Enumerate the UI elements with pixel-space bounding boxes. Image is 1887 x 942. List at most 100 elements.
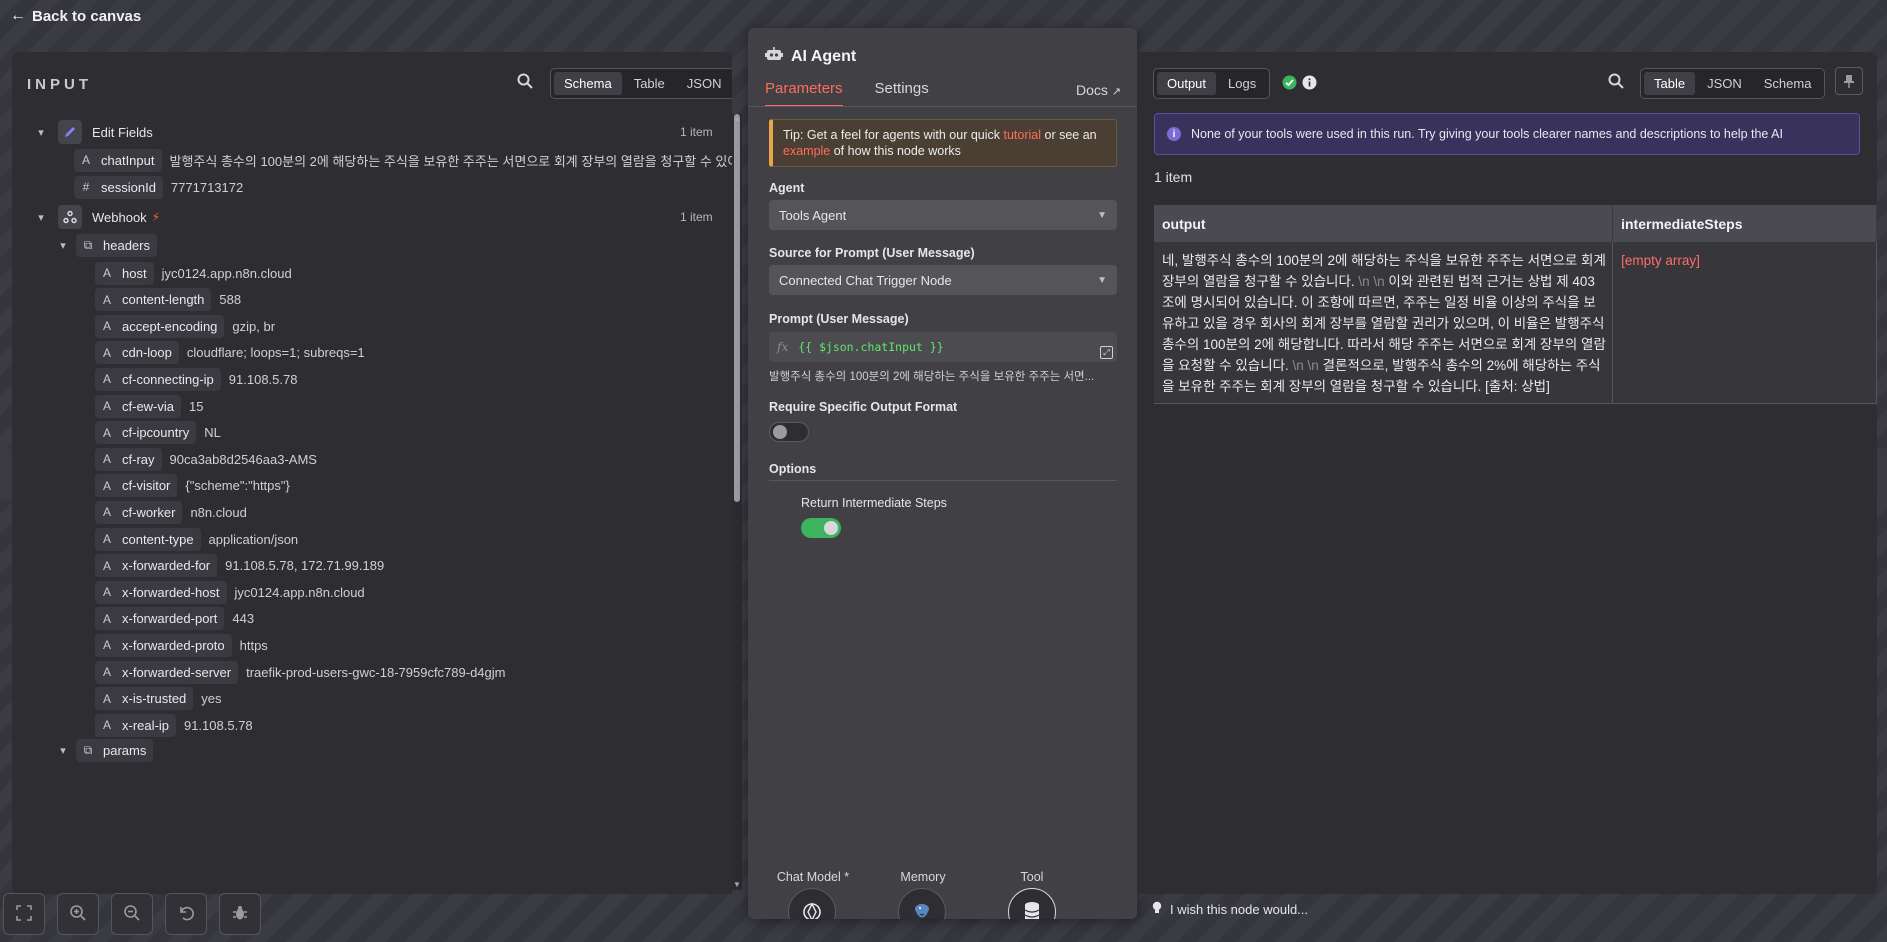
field-row[interactable]: Ahost jyc0124.app.n8n.cloud	[95, 259, 292, 287]
back-to-canvas-link[interactable]: ← Back to canvas	[10, 7, 141, 25]
tip-suffix: of how this node works	[830, 144, 961, 158]
object-params[interactable]: ▾ ⧉ params	[56, 736, 154, 764]
agent-select[interactable]: Tools Agent ▼	[769, 200, 1117, 230]
left-drag-handle[interactable]	[0, 448, 12, 500]
field-key-pill[interactable]: Acontent-type	[95, 527, 201, 551]
string-type-icon: A	[102, 319, 111, 334]
pin-icon[interactable]	[1835, 67, 1863, 95]
example-link[interactable]: example	[783, 144, 830, 158]
scroll-up-arrow[interactable]: ▲	[732, 114, 742, 124]
field-key-pill[interactable]: AchatInput	[74, 148, 162, 172]
field-value: jyc0124.app.n8n.cloud	[234, 584, 365, 600]
string-type-icon: A	[102, 345, 111, 360]
field-row[interactable]: Acf-ray 90ca3ab8d2546aa3-AMS	[95, 445, 317, 473]
database-icon[interactable]	[1008, 888, 1056, 919]
output-item-count: 1 item	[1154, 169, 1193, 185]
field-key-pill[interactable]: # sessionId	[74, 175, 163, 199]
field-row[interactable]: Acf-worker n8n.cloud	[95, 498, 247, 526]
zoom-out-button[interactable]	[111, 893, 153, 935]
zoom-in-button[interactable]	[57, 893, 99, 935]
field-row[interactable]: Aaccept-encoding gzip, br	[95, 312, 275, 340]
field-row[interactable]: Ax-forwarded-server traefik-prod-users-gw…	[95, 658, 505, 686]
field-row[interactable]: Ax-forwarded-port 443	[95, 605, 254, 633]
string-type-icon: A	[81, 153, 90, 167]
field-value: https	[239, 637, 268, 653]
prompt-expression-input[interactable]: fx {{ $json.chatInput }} ⤢	[769, 332, 1117, 362]
view-schema-option[interactable]: Schema	[554, 72, 622, 95]
prompt-preview: 발행주식 총수의 100분의 2에 해당하는 주식을 보유한 주주는 서면...	[769, 371, 1095, 383]
field-key-pill[interactable]: Acontent-length	[95, 288, 212, 312]
field-key-pill[interactable]: Acdn-loop	[95, 341, 179, 365]
field-row[interactable]: # sessionId 7771713172	[74, 173, 243, 201]
openai-icon[interactable]	[788, 888, 836, 919]
output-format-toggle[interactable]	[769, 422, 809, 442]
view-json-option[interactable]: JSON	[1697, 72, 1752, 95]
field-key-pill[interactable]: Ax-forwarded-port	[95, 607, 225, 631]
field-key-pill[interactable]: Ax-is-trusted	[95, 687, 194, 711]
field-row[interactable]: Acf-ew-via 15	[95, 392, 203, 420]
field-row[interactable]: Acontent-length 588	[95, 286, 241, 314]
source-select[interactable]: Connected Chat Trigger Node ▼	[769, 265, 1117, 295]
output-option[interactable]: Output	[1157, 72, 1217, 95]
field-value: 90ca3ab8d2546aa3-AMS	[169, 451, 317, 467]
field-key-pill[interactable]: Acf-worker	[95, 500, 183, 524]
input-scrollbar[interactable]	[732, 114, 742, 890]
field-row[interactable]: Ax-forwarded-for 91.108.5.78, 172.71.99.1…	[95, 552, 384, 580]
debug-button[interactable]	[219, 893, 261, 935]
field-row[interactable]: Ax-forwarded-host jyc0124.app.n8n.cloud	[95, 578, 365, 606]
no-tools-used-notice: i None of your tools were used in this r…	[1154, 113, 1860, 155]
docs-link[interactable]: Docs ↗	[1076, 82, 1121, 98]
number-type-icon: #	[82, 180, 90, 194]
logs-option[interactable]: Logs	[1218, 72, 1266, 95]
tab-parameters[interactable]: Parameters	[765, 80, 843, 107]
field-key-pill[interactable]: Acf-visitor	[95, 474, 178, 498]
chat-model-label: Chat Model *	[776, 870, 850, 884]
field-key-pill[interactable]: Acf-ipcountry	[95, 421, 197, 445]
field-key-pill[interactable]: Ax-forwarded-for	[95, 554, 218, 578]
field-key-pill[interactable]: Aaccept-encoding	[95, 314, 225, 338]
column-header-intermediate-steps: intermediateSteps	[1612, 205, 1877, 242]
field-row[interactable]: AchatInput 발행주식 총수의 100분의 2에 해당하는 주식을 보유한…	[74, 146, 732, 174]
field-key-pill[interactable]: Acf-connecting-ip	[95, 367, 221, 391]
tab-settings[interactable]: Settings	[875, 80, 929, 107]
scroll-down-arrow[interactable]: ▼	[732, 880, 742, 890]
tutorial-link[interactable]: tutorial	[1003, 128, 1041, 142]
field-row[interactable]: Acdn-loop cloudflare; loops=1; subreqs=1	[95, 339, 365, 367]
pencil-icon	[58, 120, 82, 144]
view-table-option[interactable]: Table	[624, 72, 675, 95]
field-key-pill[interactable]: Ax-forwarded-proto	[95, 633, 232, 657]
field-key-pill[interactable]: Ax-forwarded-host	[95, 580, 227, 604]
fit-view-button[interactable]	[3, 893, 45, 935]
view-json-option[interactable]: JSON	[677, 72, 732, 95]
view-table-option[interactable]: Table	[1644, 72, 1696, 95]
info-icon[interactable]	[1302, 75, 1317, 93]
group-webhook[interactable]: ▾ Webhook ⚡	[34, 203, 160, 231]
search-icon[interactable]	[516, 72, 538, 94]
field-row[interactable]: Acf-connecting-ip 91.108.5.78	[95, 365, 297, 393]
scrollbar-thumb[interactable]	[734, 114, 740, 502]
field-row[interactable]: Ax-real-ip 91.108.5.78	[95, 711, 253, 739]
table-header-row: output intermediateSteps	[1154, 205, 1877, 242]
group-edit-fields[interactable]: ▾ Edit Fields	[34, 118, 153, 146]
intermediate-steps-toggle[interactable]	[801, 518, 841, 538]
search-icon[interactable]	[1607, 72, 1629, 94]
field-row[interactable]: Acf-visitor {"scheme":"https"}	[95, 472, 290, 500]
field-key-pill[interactable]: Acf-ew-via	[95, 394, 182, 418]
expand-icon[interactable]: ⤢	[1100, 346, 1113, 359]
postgres-icon[interactable]	[898, 888, 946, 919]
field-row[interactable]: Ax-forwarded-proto https	[95, 631, 268, 659]
field-row[interactable]: Ax-is-trusted yes	[95, 685, 222, 713]
feedback-link[interactable]: I wish this node would...	[1152, 901, 1308, 917]
reset-zoom-button[interactable]	[165, 893, 207, 935]
field-key-pill[interactable]: Ax-real-ip	[95, 713, 176, 737]
field-key-pill[interactable]: Ax-forwarded-server	[95, 660, 239, 684]
object-headers[interactable]: ▾ ⧉ headers	[56, 231, 157, 259]
view-schema-option[interactable]: Schema	[1754, 72, 1822, 95]
field-key-pill[interactable]: Ahost	[95, 261, 154, 285]
string-type-icon: A	[102, 558, 111, 573]
options-divider	[769, 480, 1117, 481]
field-key-pill[interactable]: Acf-ray	[95, 447, 162, 471]
field-row[interactable]: Acf-ipcountry NL	[95, 419, 221, 447]
field-row[interactable]: Acontent-type application/json	[95, 525, 298, 553]
string-type-icon: A	[102, 585, 111, 600]
